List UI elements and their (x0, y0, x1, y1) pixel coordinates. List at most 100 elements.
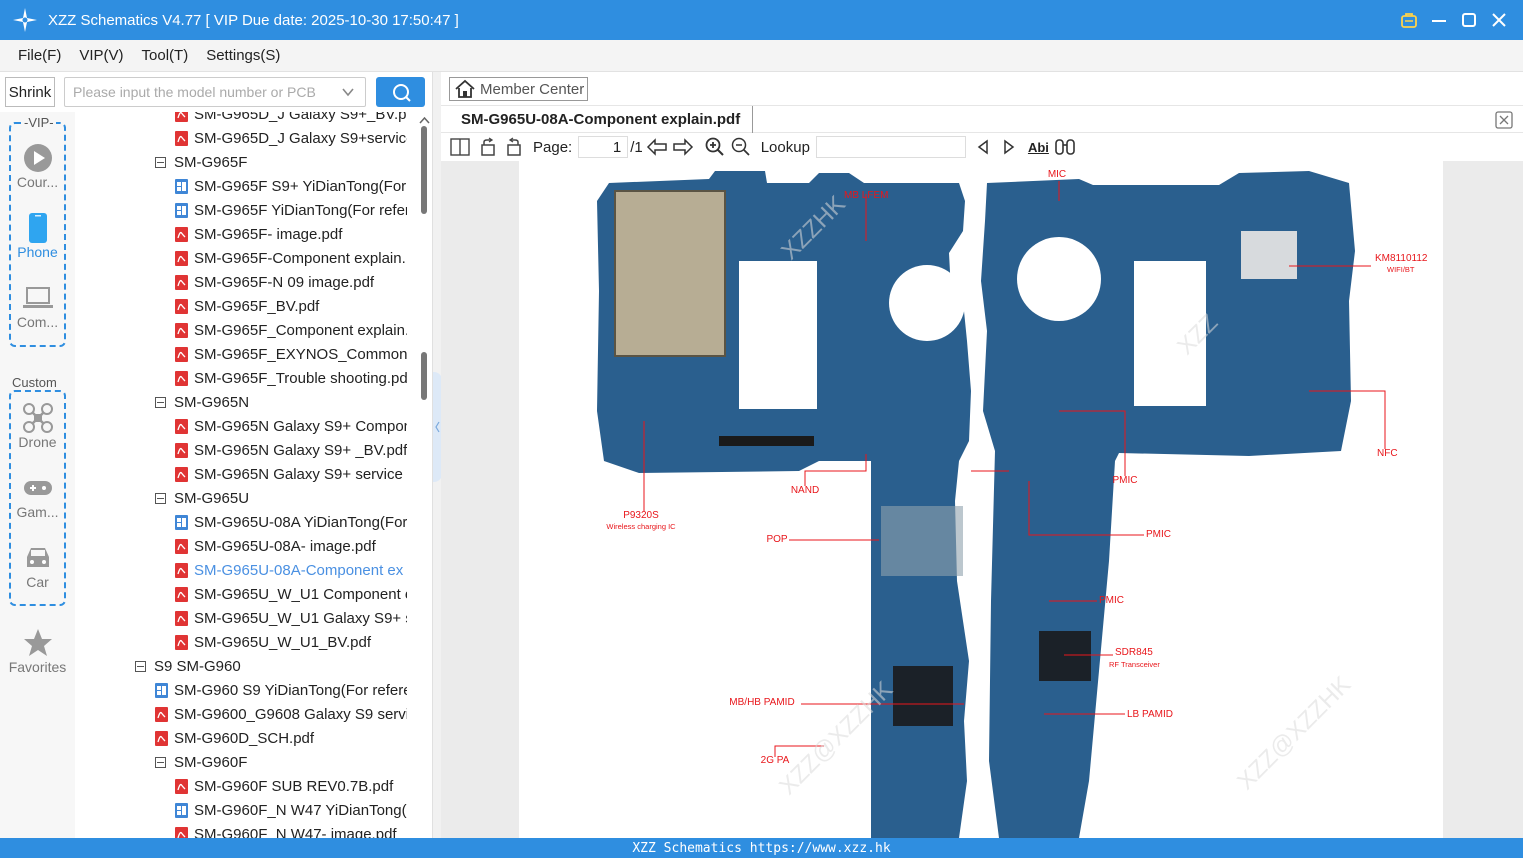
car-icon (23, 542, 53, 574)
rotate-right-icon[interactable] (503, 135, 525, 159)
collapse-icon[interactable] (155, 156, 166, 168)
minimize-button[interactable] (1429, 10, 1449, 30)
nav-computer-label: Com... (16, 314, 59, 330)
tree-file[interactable]: SM-G965F_Component explain. (175, 318, 407, 342)
home-icon (455, 79, 475, 98)
search-button[interactable] (376, 77, 425, 107)
tree-folder[interactable]: SM-G960F (155, 750, 407, 774)
close-tab-icon[interactable] (1495, 111, 1513, 134)
pdf-file-icon (175, 370, 188, 386)
page-number-input[interactable]: 1 (578, 136, 629, 158)
tree-item-label: SM-G960F (174, 753, 248, 771)
gamepad-icon (23, 472, 53, 504)
collapse-icon[interactable] (135, 660, 146, 672)
find-prev-icon[interactable] (972, 135, 994, 159)
tree-scrollbar[interactable] (417, 112, 432, 838)
tree-file[interactable]: SM-G965F YiDianTong(For refer (175, 198, 407, 222)
tree-file[interactable]: SM-G960 S9 YiDianTong(For refere (155, 678, 407, 702)
tree-folder[interactable]: SM-G965U (155, 486, 407, 510)
prev-page-icon[interactable] (645, 135, 669, 159)
menu-settings[interactable]: Settings(S) (206, 47, 280, 64)
shrink-button[interactable]: Shrink (5, 77, 55, 107)
nav-drone[interactable]: Drone (0, 402, 75, 450)
pdf-viewer[interactable]: MB LFEM MIC KM8110112 WIFI/BT NFC NAND PMIC P93… (441, 161, 1523, 838)
menu-vip[interactable]: VIP(V) (79, 47, 123, 64)
tree-file[interactable]: SM-G965U-08A- image.pdf (175, 534, 407, 558)
zoom-out-icon[interactable] (729, 135, 753, 159)
file-tree[interactable]: SM-G965D_J Galaxy S9+_BV.pdf SM-G965D_J G… (75, 112, 417, 838)
pdf-file-icon (155, 730, 168, 746)
status-bar: XZZ Schematics https://www.xzz.hk (0, 838, 1523, 858)
tree-file[interactable]: SM-G965U_W_U1 Component e (175, 582, 407, 606)
tree-file[interactable]: SM-G965D_J Galaxy S9+service (175, 126, 407, 150)
menu-tool[interactable]: Tool(T) (142, 47, 189, 64)
tree-file[interactable]: SM-G965F_EXYNOS_Common_S (175, 342, 407, 366)
pcb-hole (889, 265, 965, 341)
zoom-in-icon[interactable] (703, 135, 727, 159)
tree-folder[interactable]: SM-G965F (155, 150, 407, 174)
rotate-left-icon[interactable] (477, 135, 499, 159)
tree-file[interactable]: SM-G965U_W_U1 Galaxy S9+ se (175, 606, 407, 630)
tree-item-label: SM-G960F_N W47 YiDianTong(I (194, 801, 407, 819)
find-next-icon[interactable] (998, 135, 1020, 159)
maximize-button[interactable] (1459, 10, 1479, 30)
nav-phone[interactable]: Phone (0, 212, 75, 260)
tab-component-explain[interactable]: SM-G965U-08A-Component explain.pdf (449, 106, 754, 133)
close-button[interactable] (1489, 10, 1509, 30)
nav-car[interactable]: Car (0, 542, 75, 590)
scroll-thumb-top[interactable] (421, 126, 427, 214)
tree-item-label: SM-G965U_W_U1 Component e (194, 585, 407, 603)
tree-file[interactable]: SM-G965F- image.pdf (175, 222, 407, 246)
tree-folder[interactable]: SM-G965N (155, 390, 407, 414)
tree-file[interactable]: SM-G965D_J Galaxy S9+_BV.pdf (175, 112, 407, 126)
split-view-icon[interactable] (449, 135, 471, 159)
find-all-icon[interactable] (1053, 135, 1077, 159)
tree-file[interactable]: SM-G965F-N 09 image.pdf (175, 270, 407, 294)
nav-computer[interactable]: Com... (0, 282, 75, 330)
tree-item-label: SM-G960F_N W47- image.pdf (194, 825, 397, 839)
scroll-up-icon[interactable] (417, 114, 432, 126)
tree-item-label: SM-G965F_Trouble shooting.pd (194, 369, 407, 387)
collapse-icon[interactable] (155, 396, 166, 408)
tree-file[interactable]: SM-G965N Galaxy S9+ Compon (175, 414, 407, 438)
nav-course-label: Cour... (16, 174, 59, 190)
panel-divider[interactable] (432, 72, 442, 838)
collapse-icon[interactable] (155, 756, 166, 768)
nav-course[interactable]: Cour... (0, 142, 75, 190)
tree-file[interactable]: SM-G960F_N W47 YiDianTong(I (175, 798, 407, 822)
tree-file[interactable]: SM-G965F-Component explain. (175, 246, 407, 270)
component-label: SDR845 (1115, 647, 1153, 658)
pdf-file-icon (175, 274, 188, 290)
component-label: P9320S (623, 510, 659, 521)
tree-file[interactable]: SM-G960F_N W47- image.pdf (175, 822, 407, 838)
tree-file[interactable]: SM-G965N Galaxy S9+ _BV.pdf (175, 438, 407, 462)
tree-file[interactable]: SM-G965U_W_U1_BV.pdf (175, 630, 407, 654)
sim-tray (614, 190, 726, 357)
nav-favorites[interactable]: Favorites (0, 627, 75, 675)
tree-file[interactable]: SM-G965F_BV.pdf (175, 294, 407, 318)
tree-file[interactable]: SM-G960F SUB REV0.7B.pdf (175, 774, 407, 798)
play-circle-icon (23, 142, 53, 174)
search-row: Shrink Please input the model number or … (0, 72, 440, 112)
collapse-icon[interactable] (155, 492, 166, 504)
tree-file[interactable]: SM-G965U-08A-Component ex (175, 558, 407, 582)
tree-file[interactable]: SM-G965F S9+ YiDianTong(For (175, 174, 407, 198)
tree-file[interactable]: SM-G965N Galaxy S9+ service n (175, 462, 407, 486)
scroll-thumb[interactable] (421, 352, 427, 400)
tree-file[interactable]: SM-G965F_Trouble shooting.pd (175, 366, 407, 390)
tree-item-label: SM-G965F YiDianTong(For refer (194, 201, 407, 219)
nav-game[interactable]: Gam... (0, 472, 75, 520)
menu-file[interactable]: File(F) (18, 47, 61, 64)
vip-bag-icon[interactable] (1399, 10, 1419, 30)
lookup-input[interactable] (815, 136, 966, 158)
tree-folder[interactable]: S9 SM-G960 (135, 654, 407, 678)
match-case-button[interactable]: Abi (1028, 135, 1049, 159)
search-input[interactable]: Please input the model number or PCB (64, 77, 366, 107)
chevron-down-icon[interactable] (341, 85, 355, 102)
tree-item-label: SM-G960 S9 YiDianTong(For refere (174, 681, 407, 699)
tree-file[interactable]: SM-G9600_G9608 Galaxy S9 service (155, 702, 407, 726)
next-page-icon[interactable] (671, 135, 695, 159)
tree-file[interactable]: SM-G965U-08A YiDianTong(For (175, 510, 407, 534)
member-center-button[interactable]: Member Center (449, 77, 588, 101)
tree-file[interactable]: SM-G960D_SCH.pdf (155, 726, 407, 750)
